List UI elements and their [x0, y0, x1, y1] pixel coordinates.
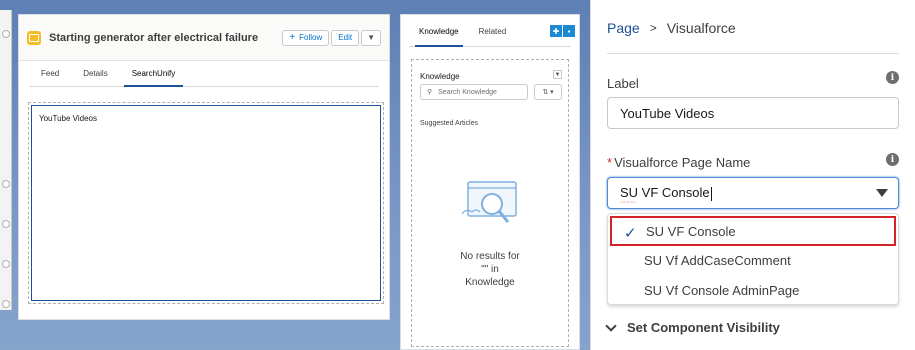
- trash-icon[interactable]: ▪: [563, 25, 575, 37]
- required-marker: *: [607, 155, 613, 170]
- spellcheck-underline: [620, 200, 636, 204]
- header-divider: [607, 53, 899, 54]
- set-visibility-section-toggle[interactable]: Set Component Visibility: [605, 319, 780, 335]
- edit-button-label: Edit: [338, 33, 353, 42]
- dropdown-option[interactable]: SU Vf Console AdminPage: [608, 275, 898, 305]
- page-canvas: Starting generator after electrical fail…: [0, 0, 590, 350]
- option-label: SU Vf AddCaseComment: [644, 252, 791, 268]
- knowledge-component[interactable]: Knowledge ▼ ⚲ Search Knowledge ⇅ ▾ Sugge…: [411, 59, 569, 347]
- tab-details[interactable]: Details: [71, 69, 119, 86]
- search-icon: ⚲: [427, 89, 433, 96]
- knowledge-search-input[interactable]: ⚲ Search Knowledge: [420, 84, 528, 100]
- plus-icon: +: [289, 32, 296, 43]
- info-icon[interactable]: i: [886, 71, 899, 84]
- checkmark-icon: ✓: [624, 225, 637, 242]
- canvas-handle-icon: [2, 180, 10, 188]
- canvas-left-strip: [0, 10, 12, 310]
- knowledge-empty-message: No results for "" in Knowledge: [412, 250, 568, 289]
- info-icon[interactable]: i: [886, 153, 899, 166]
- breadcrumb-separator: >: [649, 21, 657, 35]
- knowledge-title: Knowledge: [420, 72, 460, 81]
- component-toolbar: ✚ ▪: [549, 25, 575, 37]
- tab-searchunify[interactable]: SearchUnify: [120, 69, 188, 87]
- sidebar-column[interactable]: ✚ ▪ Knowledge Related Knowledge ▼ ⚲ Sear…: [400, 14, 580, 350]
- chevron-down-icon[interactable]: ▼: [553, 70, 562, 79]
- follow-button[interactable]: + Follow: [282, 29, 330, 46]
- dropdown-option[interactable]: SU Vf AddCaseComment: [608, 245, 898, 275]
- record-header[interactable]: Starting generator after electrical fail…: [19, 15, 389, 61]
- chevron-down-icon[interactable]: [876, 189, 888, 197]
- empty-search-illustration-icon: [461, 181, 517, 223]
- properties-panel: Page > Visualforce Label i YouTube Video…: [590, 0, 915, 350]
- page-name-dropdown: ✓ SU VF Console SU Vf AddCaseComment SU …: [607, 213, 899, 305]
- visualforce-page-combobox[interactable]: SU VF Console: [607, 177, 899, 209]
- empty-line-3: Knowledge: [465, 277, 515, 288]
- option-label: SU VF Console: [646, 223, 736, 239]
- page-name-label-text: Visualforce Page Name: [614, 155, 751, 170]
- empty-line-1: No results for: [460, 251, 520, 262]
- canvas-handle-icon: [2, 220, 10, 228]
- record-tabs: Feed Details SearchUnify: [29, 61, 379, 87]
- follow-button-label: Follow: [299, 33, 323, 42]
- suggested-articles-label: Suggested Articles: [420, 120, 478, 127]
- label-input[interactable]: YouTube Videos: [607, 97, 899, 129]
- label-input-value: YouTube Videos: [620, 105, 715, 121]
- combobox-value-text: SU VF Console: [620, 185, 710, 201]
- dropdown-option-selected[interactable]: ✓ SU VF Console: [610, 216, 896, 246]
- tab-related[interactable]: Related: [469, 21, 517, 46]
- visualforce-component[interactable]: YouTube Videos: [28, 102, 384, 304]
- page-name-field-label: * Visualforce Page Name: [607, 155, 750, 170]
- label-field-label: Label: [607, 76, 639, 91]
- chevron-down-icon: ▼: [367, 33, 375, 42]
- record-main-column[interactable]: Starting generator after electrical fail…: [18, 14, 390, 320]
- breadcrumb: Page > Visualforce: [607, 20, 736, 36]
- canvas-handle-icon: [2, 300, 10, 308]
- move-icon[interactable]: ✚: [550, 25, 562, 37]
- sort-button[interactable]: ⇅ ▾: [534, 84, 562, 100]
- edit-button[interactable]: Edit: [331, 29, 360, 46]
- breadcrumb-page-link[interactable]: Page: [607, 20, 640, 36]
- visibility-section-label: Set Component Visibility: [627, 320, 780, 335]
- tab-feed[interactable]: Feed: [29, 69, 71, 86]
- record-actions-dropdown[interactable]: ▼: [361, 29, 381, 46]
- canvas-handle-icon: [2, 30, 10, 38]
- breadcrumb-current: Visualforce: [666, 20, 736, 36]
- visualforce-component-label: YouTube Videos: [39, 114, 97, 123]
- case-record-icon: [27, 30, 41, 45]
- combobox-value: SU VF Console: [620, 185, 712, 204]
- sort-icon: ⇅ ▾: [542, 89, 554, 96]
- chevron-down-icon: [605, 319, 617, 332]
- canvas-handle-icon: [2, 260, 10, 268]
- tab-knowledge[interactable]: Knowledge: [409, 21, 469, 47]
- text-cursor: [710, 186, 712, 201]
- empty-line-2: "" in: [481, 264, 499, 275]
- record-title: Starting generator after electrical fail…: [49, 31, 259, 44]
- knowledge-search-placeholder: Search Knowledge: [438, 88, 497, 96]
- option-label: SU Vf Console AdminPage: [644, 282, 800, 298]
- sidebar-tabs: Knowledge Related: [409, 21, 571, 47]
